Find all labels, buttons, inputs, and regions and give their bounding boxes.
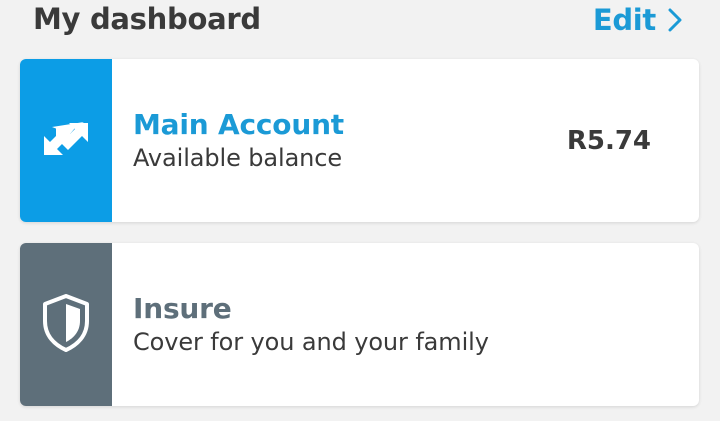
- edit-label: Edit: [592, 3, 656, 37]
- insure-icon-panel: [20, 243, 112, 406]
- main-account-balance: R5.74: [566, 125, 651, 156]
- main-account-card[interactable]: Main Account Available balance R5.74: [20, 59, 699, 222]
- insure-card[interactable]: Insure Cover for you and your family: [20, 243, 699, 406]
- dashboard-header: My dashboard Edit: [0, 0, 720, 44]
- shield-icon: [40, 293, 92, 357]
- insure-subtitle: Cover for you and your family: [133, 327, 489, 356]
- page-title: My dashboard: [33, 2, 261, 36]
- main-account-icon-panel: [20, 59, 112, 222]
- main-account-subtitle: Available balance: [133, 143, 343, 172]
- edit-button[interactable]: Edit: [593, 0, 682, 40]
- transfer-arrows-icon: [36, 114, 96, 168]
- main-account-title: Main Account: [133, 107, 344, 141]
- insure-text: Insure Cover for you and your family: [133, 292, 489, 358]
- insure-title: Insure: [133, 291, 232, 325]
- main-account-text: Main Account Available balance: [133, 108, 344, 174]
- chevron-right-icon: [668, 8, 682, 32]
